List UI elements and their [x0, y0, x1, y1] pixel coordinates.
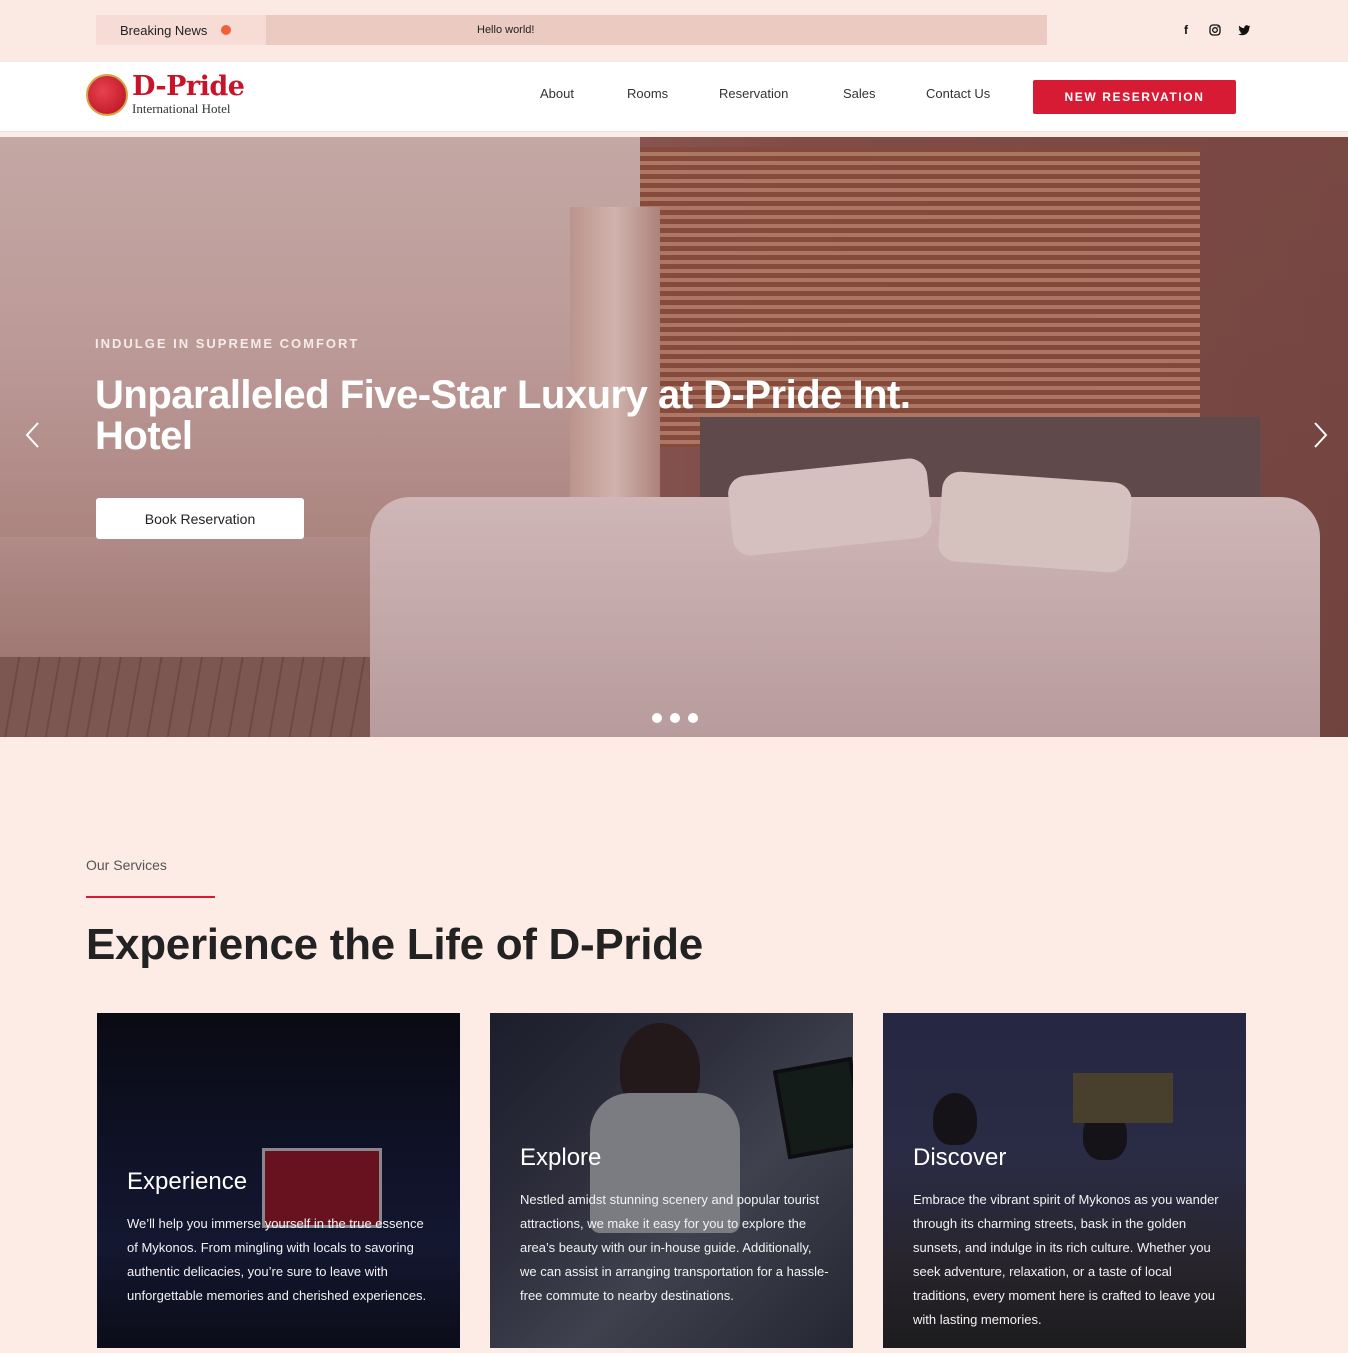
hero-title: Unparalleled Five-Star Luxury at D-Pride…	[95, 373, 911, 458]
slider-dot[interactable]	[652, 713, 662, 723]
service-card-experience[interactable]: Experience We’ll help you immerse yourse…	[97, 1013, 460, 1348]
card-text: We’ll help you immerse yourself in the t…	[127, 1216, 427, 1303]
nav-contact-us[interactable]: Contact Us	[926, 86, 990, 101]
services-label: Our Services	[86, 857, 167, 873]
slider-prev-arrow-icon[interactable]	[20, 421, 44, 453]
card-title: Experience	[127, 1168, 248, 1195]
card-title: Discover	[913, 1144, 1007, 1171]
breaking-news-text: Breaking News	[120, 22, 208, 38]
top-bar: Breaking News Hello world! f	[0, 0, 1348, 62]
slider-dots	[652, 713, 698, 723]
slider-dot[interactable]	[670, 713, 680, 723]
logo-seal-icon	[86, 74, 128, 116]
card-title: Explore	[520, 1144, 602, 1171]
site-header: D-Pride International Hotel About Rooms …	[0, 62, 1348, 132]
nav-reservation[interactable]: Reservation	[719, 86, 788, 101]
hero-slider: INDULGE IN SUPREME COMFORT Unparalleled …	[0, 137, 1348, 737]
book-reservation-button[interactable]: Book Reservation	[96, 498, 304, 539]
logo-title: D-Pride	[132, 71, 245, 102]
ticker-text[interactable]: Hello world!	[477, 24, 534, 36]
site-logo[interactable]: D-Pride International Hotel	[86, 72, 256, 118]
service-card-explore[interactable]: Explore Nestled amidst stunning scenery …	[490, 1013, 853, 1348]
new-reservation-button[interactable]: NEW RESERVATION	[1033, 80, 1236, 114]
slider-dot[interactable]	[688, 713, 698, 723]
service-card-discover[interactable]: Discover Embrace the vibrant spirit of M…	[883, 1013, 1246, 1348]
facebook-icon[interactable]: f	[1176, 20, 1196, 40]
card-text: Embrace the vibrant spirit of Mykonos as…	[913, 1192, 1219, 1327]
news-ticker[interactable]: Hello world!	[266, 15, 1047, 45]
slider-next-arrow-icon[interactable]	[1309, 421, 1333, 453]
nav-sales[interactable]: Sales	[843, 86, 876, 101]
hero-kicker: INDULGE IN SUPREME COMFORT	[95, 336, 360, 351]
services-title: Experience the Life of D-Pride	[86, 920, 703, 969]
live-dot-icon	[221, 25, 232, 35]
logo-subtitle: International Hotel	[132, 101, 231, 116]
nav-about[interactable]: About	[540, 86, 574, 101]
twitter-icon[interactable]	[1234, 20, 1254, 40]
card-text: Nestled amidst stunning scenery and popu…	[520, 1192, 829, 1303]
breaking-news-label: Breaking News	[96, 15, 266, 45]
nav-rooms[interactable]: Rooms	[627, 86, 668, 101]
services-divider	[86, 896, 215, 898]
instagram-icon[interactable]	[1205, 20, 1225, 40]
